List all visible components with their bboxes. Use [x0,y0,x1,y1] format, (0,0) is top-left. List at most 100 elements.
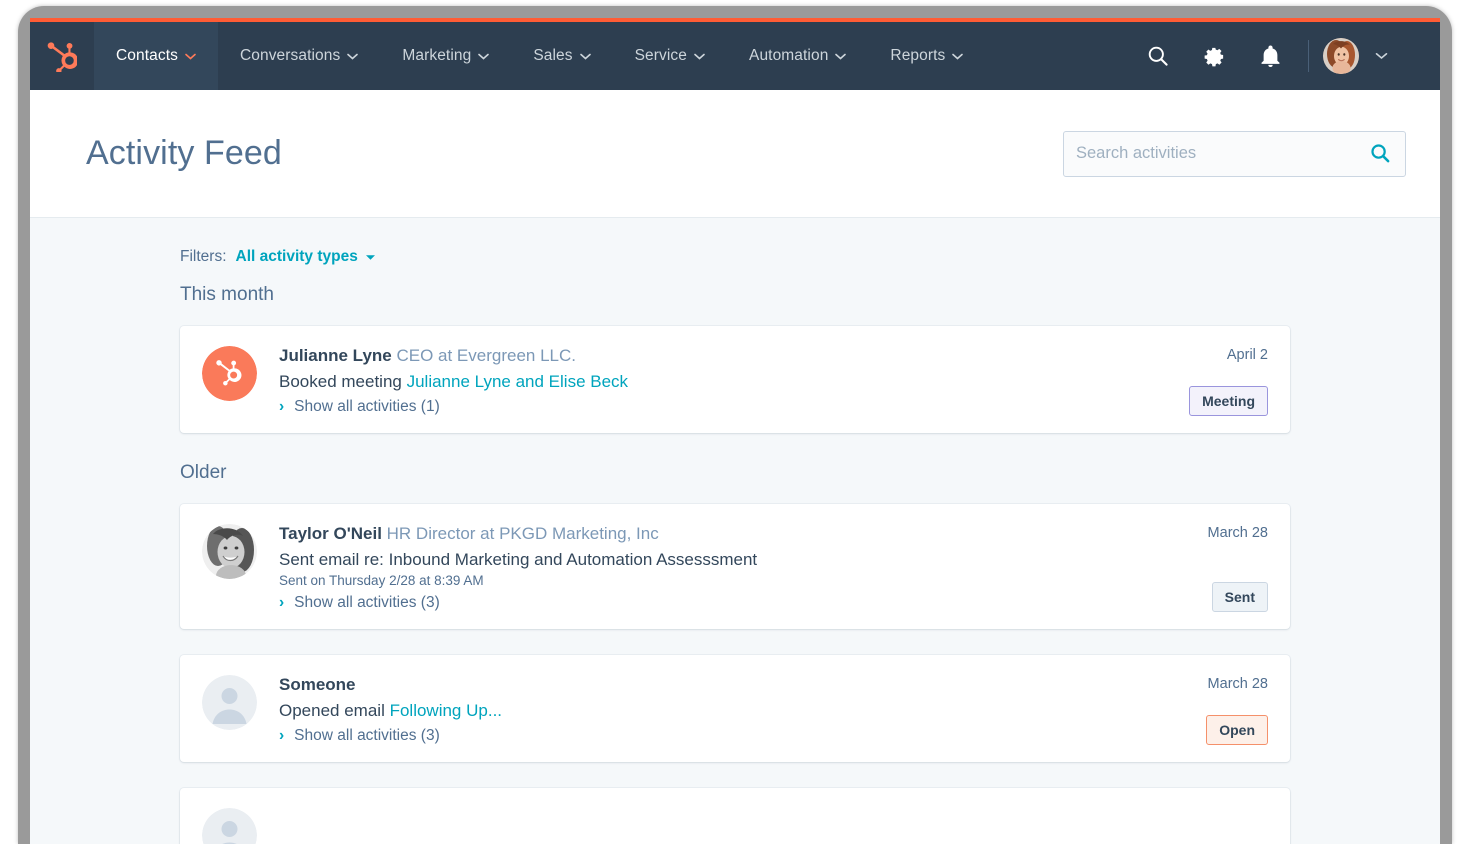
activity-meta [1136,808,1268,844]
activity-meta: April 2 Meeting [1136,346,1268,416]
activity-person-line: Taylor O'Neil HR Director at PKGD Market… [279,524,1114,544]
activity-meta: March 28 Open [1136,675,1268,745]
user-menu-chevron-down-icon[interactable] [1375,52,1388,60]
activity-action-line: Booked meeting Julianne Lyne and Elise B… [279,372,1114,392]
search-activities-field[interactable] [1063,131,1406,177]
activity-action-text: Sent email re: Inbound Marketing and Aut… [279,550,757,569]
nav-item-label: Marketing [402,47,471,65]
status-badge[interactable]: Open [1206,715,1268,745]
chevron-down-icon [185,47,196,65]
activity-subtext: Sent on Thursday 2/28 at 8:39 AM [279,573,1114,588]
avatar [202,675,257,730]
nav-gear-icon[interactable] [1186,22,1242,90]
activity-content: Taylor O'Neil HR Director at PKGD Market… [279,524,1114,612]
page-title: Activity Feed [86,134,282,173]
chevron-down-icon [952,47,963,65]
hubspot-sprocket-icon [47,40,77,72]
activity-date: April 2 [1227,346,1268,363]
nav-item-automation[interactable]: Automation [727,22,868,90]
section-heading-this-month: This month [180,284,1290,306]
activity-content: Julianne Lyne CEO at Evergreen LLC. Book… [279,346,1114,416]
show-all-activities-toggle[interactable]: › Show all activities (3) [279,594,1114,612]
activity-date: March 28 [1208,524,1268,541]
search-submit-icon[interactable] [1370,143,1391,164]
activity-person-line: Julianne Lyne CEO at Evergreen LLC. [279,346,1114,366]
avatar [202,808,257,844]
hubspot-sprocket-logo[interactable] [30,22,94,90]
section-heading-older: Older [180,462,1290,484]
status-badge[interactable]: Meeting [1189,386,1268,416]
activity-action-link[interactable]: Julianne Lyne and Elise Beck [407,372,628,391]
activity-feed: Filters: All activity types This month [30,218,1440,844]
nav-item-label: Sales [533,47,572,65]
avatar [202,346,257,401]
chevron-down-icon [835,47,846,65]
contact-name[interactable]: Someone [279,675,356,694]
nav-item-label: Service [635,47,687,65]
page-header: Activity Feed [30,90,1440,218]
status-badge[interactable]: Sent [1212,582,1268,612]
activity-action-text: Opened email [279,701,390,720]
nav-item-label: Reports [890,47,945,65]
nav-bell-icon[interactable] [1242,22,1298,90]
activity-action-link[interactable]: Following Up... [390,701,502,720]
show-all-activities-label: Show all activities (3) [294,594,440,612]
contact-name[interactable]: Taylor O'Neil [279,524,382,543]
chevron-right-icon: › [279,594,284,612]
chevron-right-icon: › [279,398,284,416]
chevron-down-icon [478,47,489,65]
chevron-down-icon [365,248,376,266]
activity-action-text: Booked meeting [279,372,407,391]
nav-item-contacts[interactable]: Contacts [94,22,218,90]
chevron-down-icon [580,47,591,65]
chevron-down-icon [347,47,358,65]
contact-name[interactable]: Julianne Lyne [279,346,392,365]
show-all-activities-label: Show all activities (3) [294,727,440,745]
activity-action-line: Opened email Following Up... [279,701,1114,721]
chevron-down-icon [694,47,705,65]
activity-type-filter-value: All activity types [236,248,358,266]
placeholder-person-avatar-icon [202,808,257,844]
device-frame: Contacts Conversations Marketing [18,6,1452,844]
activity-content [279,808,1114,844]
nav-item-sales[interactable]: Sales [511,22,612,90]
chevron-right-icon: › [279,727,284,745]
nav-item-label: Conversations [240,47,340,65]
show-all-activities-toggle[interactable]: › Show all activities (3) [279,727,1114,745]
activity-action-line: Sent email re: Inbound Marketing and Aut… [279,550,1114,570]
activity-type-filter-dropdown[interactable]: All activity types [236,248,376,266]
nav-item-service[interactable]: Service [613,22,727,90]
nav-search-icon[interactable] [1130,22,1186,90]
app-screen: Contacts Conversations Marketing [30,18,1440,844]
avatar [202,524,257,579]
activity-card[interactable]: Taylor O'Neil HR Director at PKGD Market… [180,504,1290,629]
contact-role: CEO at Evergreen LLC. [396,346,576,365]
activity-person-line: Someone [279,675,1114,695]
show-all-activities-toggle[interactable]: › Show all activities (1) [279,398,1114,416]
activity-meta: March 28 Sent [1136,524,1268,612]
nav-right-tools [1130,22,1440,90]
user-avatar-photo [1323,38,1359,74]
nav-item-label: Contacts [116,47,178,65]
activity-content: Someone Opened email Following Up... › S… [279,675,1114,745]
nav-menu: Contacts Conversations Marketing [94,22,985,90]
nav-item-reports[interactable]: Reports [868,22,985,90]
nav-divider [1308,40,1309,72]
nav-item-label: Automation [749,47,828,65]
activity-date: March 28 [1208,675,1268,692]
activity-card-partial[interactable] [180,788,1290,844]
nav-item-marketing[interactable]: Marketing [380,22,511,90]
placeholder-person-avatar-icon [202,675,257,730]
user-avatar[interactable] [1323,38,1359,74]
top-navigation-bar: Contacts Conversations Marketing [30,22,1440,90]
search-input[interactable] [1076,144,1370,163]
activity-card[interactable]: Julianne Lyne CEO at Evergreen LLC. Book… [180,326,1290,433]
nav-item-conversations[interactable]: Conversations [218,22,380,90]
hubspot-logo-avatar-icon [202,346,257,401]
filters-row: Filters: All activity types [180,248,1290,266]
show-all-activities-label: Show all activities (1) [294,398,440,416]
contact-photo-avatar [202,524,257,579]
activity-card[interactable]: Someone Opened email Following Up... › S… [180,655,1290,762]
filters-label: Filters: [180,248,227,266]
contact-role: HR Director at PKGD Marketing, Inc [387,524,659,543]
